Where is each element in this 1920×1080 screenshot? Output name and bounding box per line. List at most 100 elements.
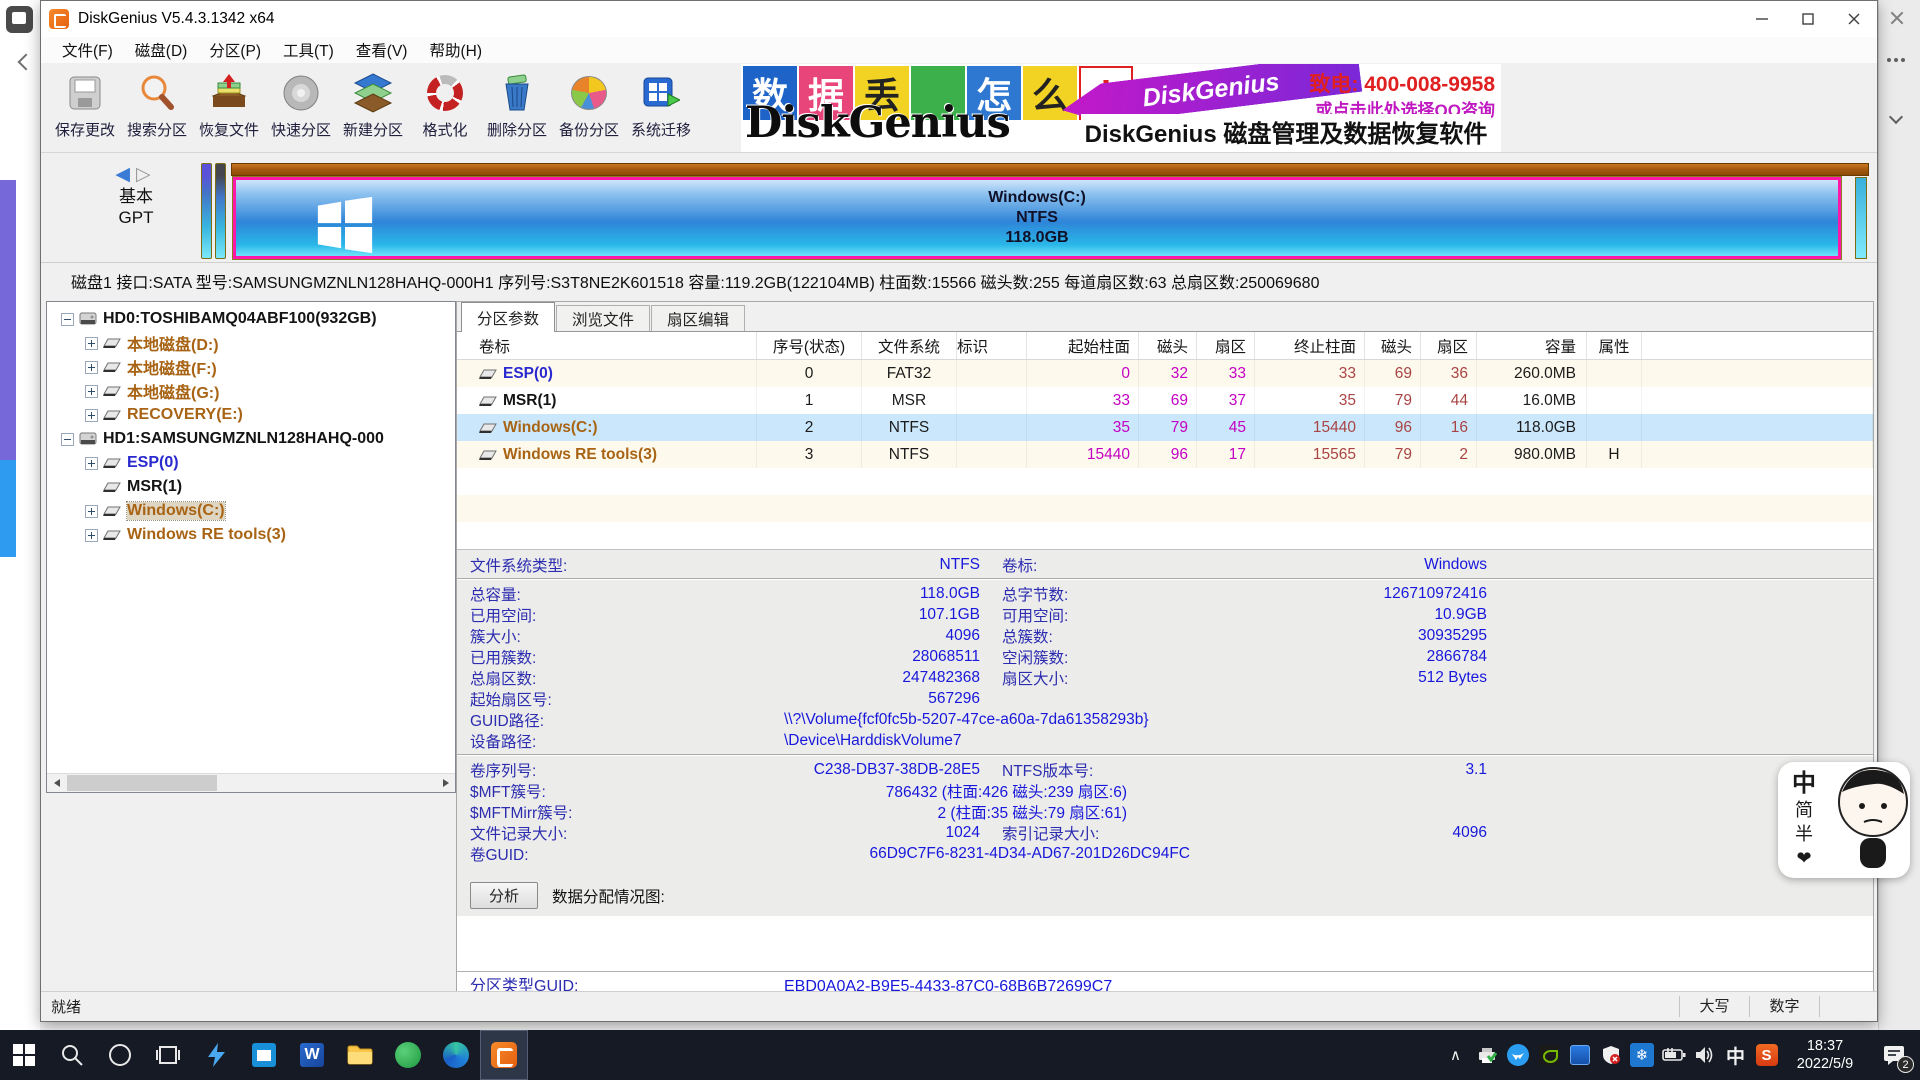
next-disk-arrow[interactable]: ▷: [136, 164, 157, 185]
maximize-button[interactable]: [1785, 1, 1831, 37]
tree-item-esp[interactable]: ESP(0): [47, 451, 455, 475]
scroll-left-arrow[interactable]: [47, 774, 66, 792]
col-filesystem[interactable]: 文件系统: [862, 332, 957, 359]
menu-partition[interactable]: 分区(P): [198, 39, 272, 61]
notification-center-button[interactable]: 2: [1868, 1030, 1920, 1080]
expand-icon[interactable]: [85, 361, 98, 374]
new-partition-button[interactable]: 新建分区: [337, 65, 409, 149]
tree-item-local-f[interactable]: 本地磁盘(F:): [47, 355, 455, 379]
partition-name: Windows(C:): [988, 188, 1086, 208]
nvidia-icon[interactable]: [1533, 1030, 1564, 1080]
table-row-esp[interactable]: ESP(0) 0 FAT32 0 32 33 33 69 36 260.0MB: [457, 360, 1873, 387]
table-row-msr[interactable]: MSR(1) 1 MSR 33 69 37 35 79 44 16.0MB: [457, 387, 1873, 414]
col-start-cylinder[interactable]: 起始柱面: [1027, 332, 1139, 359]
tree-item-hd0[interactable]: HD0:TOSHIBAMQ04ABF100(932GB): [47, 307, 455, 331]
col-attributes[interactable]: 属性: [1587, 332, 1642, 359]
taskbar-clock[interactable]: 18:37 2022/5/9: [1782, 1037, 1868, 1073]
menu-tools[interactable]: 工具(T): [272, 39, 345, 61]
expand-icon[interactable]: [85, 505, 98, 518]
scrollbar-thumb[interactable]: [67, 775, 217, 791]
intel-graphics-icon[interactable]: [1564, 1030, 1595, 1080]
backup-partition-button[interactable]: 备份分区: [553, 65, 625, 149]
delete-partition-button[interactable]: 删除分区: [481, 65, 553, 149]
browser-360-icon: [395, 1042, 421, 1068]
file-explorer-button[interactable]: [336, 1030, 384, 1080]
analyze-button[interactable]: 分析: [470, 882, 538, 909]
partition-sliver-re-tools[interactable]: [1855, 177, 1867, 259]
table-row-windows-c-selected[interactable]: Windows(C:) 2 NTFS 35 79 45 15440 96 16 …: [457, 414, 1873, 441]
tree-item-recovery-e[interactable]: RECOVERY(E:): [47, 403, 455, 427]
collapse-icon[interactable]: [61, 313, 74, 326]
ime-floating-widget[interactable]: 中 简 半 ❤: [1778, 762, 1910, 878]
snowflake-tool-icon[interactable]: ❄: [1630, 1043, 1654, 1067]
cortana-button[interactable]: [96, 1030, 144, 1080]
defender-shield-icon[interactable]: [1595, 1030, 1626, 1080]
expand-icon[interactable]: [85, 457, 98, 470]
printer-status-icon[interactable]: [1471, 1030, 1502, 1080]
diskgenius-taskbar-button[interactable]: [480, 1030, 528, 1080]
menu-disk[interactable]: 磁盘(D): [124, 39, 199, 61]
quick-partition-button[interactable]: 快速分区: [265, 65, 337, 149]
tree-item-windows-re-tools[interactable]: Windows RE tools(3): [47, 523, 455, 547]
start-button[interactable]: [0, 1030, 48, 1080]
format-button[interactable]: 格式化: [409, 65, 481, 149]
col-index-status[interactable]: 序号(状态): [757, 332, 862, 359]
ad-banner[interactable]: 数 据 丢 怎 么 ! DiskGenius DiskGenius 致电: 40…: [741, 64, 1501, 152]
partition-sliver-esp[interactable]: [201, 163, 212, 259]
collapse-icon[interactable]: [61, 433, 74, 446]
edge-button[interactable]: [432, 1030, 480, 1080]
col-flag[interactable]: 标识: [957, 332, 1027, 359]
ime-indicator[interactable]: 中: [1720, 1030, 1751, 1080]
scroll-right-arrow[interactable]: [436, 774, 455, 792]
lightning-app-button[interactable]: [192, 1030, 240, 1080]
background-app-icon: [6, 6, 33, 33]
col-capacity[interactable]: 容量: [1477, 332, 1587, 359]
sogou-icon[interactable]: S: [1751, 1030, 1782, 1080]
taskbar-search-button[interactable]: [48, 1030, 96, 1080]
partition-icon: [479, 394, 497, 408]
disk-strip: [231, 163, 1869, 176]
tree-horizontal-scrollbar[interactable]: [47, 773, 455, 792]
menu-file[interactable]: 文件(F): [51, 39, 124, 61]
expand-icon[interactable]: [85, 409, 98, 422]
browser-360-button[interactable]: [384, 1030, 432, 1080]
task-view-button[interactable]: [144, 1030, 192, 1080]
divider: [457, 971, 1873, 972]
partition-sliver-msr[interactable]: [215, 163, 226, 259]
minimize-button[interactable]: [1739, 1, 1785, 37]
tree-item-hd1[interactable]: HD1:SAMSUNGMZNLN128HAHQ-000: [47, 427, 455, 451]
tree-item-local-d[interactable]: 本地磁盘(D:): [47, 331, 455, 355]
store-button[interactable]: [240, 1030, 288, 1080]
col-end-cylinder[interactable]: 终止柱面: [1255, 332, 1365, 359]
hidden-icons-chevron[interactable]: ∧: [1440, 1030, 1471, 1080]
col-start-head[interactable]: 磁头: [1139, 332, 1197, 359]
expand-icon[interactable]: [85, 337, 98, 350]
col-end-sector[interactable]: 扇区: [1421, 332, 1477, 359]
col-volume-label[interactable]: 卷标: [457, 332, 757, 359]
col-end-head[interactable]: 磁头: [1365, 332, 1421, 359]
close-button[interactable]: [1831, 1, 1877, 37]
tab-sector-edit[interactable]: 扇区编辑: [651, 305, 745, 331]
tree-item-windows-c[interactable]: Windows(C:): [47, 499, 455, 523]
prev-disk-arrow[interactable]: ◀: [115, 164, 136, 185]
tree-item-local-g[interactable]: 本地磁盘(G:): [47, 379, 455, 403]
system-migrate-button[interactable]: 系统迁移: [625, 65, 697, 149]
dingtalk-icon[interactable]: [1502, 1030, 1533, 1080]
volume-icon[interactable]: [1689, 1030, 1720, 1080]
menu-help[interactable]: 帮助(H): [418, 39, 493, 61]
tree-item-msr[interactable]: MSR(1): [47, 475, 455, 499]
save-changes-button[interactable]: 保存更改: [49, 65, 121, 149]
recover-files-button[interactable]: 恢复文件: [193, 65, 265, 149]
menu-view[interactable]: 查看(V): [345, 39, 419, 61]
expand-icon[interactable]: [85, 529, 98, 542]
word-button[interactable]: W: [288, 1030, 336, 1080]
partition-block-windows-c[interactable]: Windows(C:) NTFS 118.0GB: [233, 177, 1841, 259]
col-start-sector[interactable]: 扇区: [1197, 332, 1255, 359]
tab-browse-files[interactable]: 浏览文件: [556, 305, 650, 331]
partition-icon: [479, 448, 497, 462]
table-row-windows-re-tools[interactable]: Windows RE tools(3) 3 NTFS 15440 96 17 1…: [457, 441, 1873, 468]
battery-icon[interactable]: [1658, 1030, 1689, 1080]
expand-icon[interactable]: [85, 385, 98, 398]
search-partition-button[interactable]: 搜索分区: [121, 65, 193, 149]
tab-partition-params[interactable]: 分区参数: [461, 302, 555, 332]
